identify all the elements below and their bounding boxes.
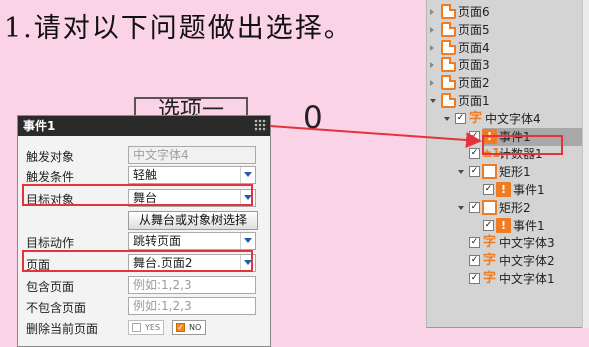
tree-item-page[interactable]: 页面4 bbox=[427, 39, 583, 57]
tree-item-label: 事件1 bbox=[513, 183, 545, 197]
object-tree-panel: 页面6 页面5 页面4 页面3 页面2 页面1 ✓ 字中文字体4 ✓! 事件1 ✓ ±1 计数器1 ✓ 矩形… bbox=[426, 0, 589, 328]
chevron-down-icon[interactable] bbox=[240, 167, 255, 183]
tree-item-label: 矩形2 bbox=[499, 200, 531, 215]
tree-event-highlight bbox=[482, 135, 563, 155]
exclude-page-input[interactable]: 例如:1,2,3 bbox=[128, 297, 256, 315]
tree-item-text[interactable]: ✓ 字中文字体3 bbox=[427, 234, 583, 252]
tree-item-label: 中文字体2 bbox=[499, 254, 555, 269]
tree-item-label: 中文字体3 bbox=[499, 236, 555, 251]
expand-arrow-icon[interactable] bbox=[430, 99, 436, 103]
tree-item-label: 页面2 bbox=[458, 76, 490, 91]
page-icon bbox=[441, 21, 456, 37]
visibility-checkbox[interactable]: ✓ bbox=[483, 219, 494, 231]
visibility-checkbox[interactable]: ✓ bbox=[469, 166, 480, 178]
tree-item-label: 中文字体1 bbox=[499, 272, 555, 286]
page-icon bbox=[441, 75, 456, 91]
event-icon: ! bbox=[496, 182, 511, 197]
panel-title: 事件1 bbox=[23, 119, 56, 133]
visibility-checkbox[interactable]: ✓ bbox=[469, 201, 480, 213]
collapse-arrow-icon[interactable] bbox=[430, 62, 434, 69]
tree-item-rect[interactable]: ✓ 矩形2 bbox=[427, 199, 583, 217]
page-icon bbox=[441, 39, 456, 55]
panel-title-bar[interactable]: 事件1 bbox=[18, 116, 270, 136]
target-action-select[interactable]: 跳转页面 bbox=[128, 232, 256, 250]
trigger-condition-label: 触发条件 bbox=[26, 170, 75, 184]
exclude-page-label: 不包含页面 bbox=[26, 301, 87, 315]
target-action-label: 目标动作 bbox=[26, 236, 75, 250]
tree-item-label: 页面6 bbox=[458, 5, 490, 19]
tree-item-page[interactable]: 页面5 bbox=[427, 21, 583, 39]
grip-icon[interactable] bbox=[254, 119, 267, 132]
tree-item-rect[interactable]: ✓ 矩形1 bbox=[427, 163, 583, 181]
tree-item-event[interactable]: ✓! 事件1 bbox=[427, 181, 583, 199]
yes-toggle[interactable]: YES bbox=[128, 320, 164, 335]
trigger-object-field: 中文字体4 bbox=[128, 146, 256, 164]
expand-arrow-icon[interactable] bbox=[458, 170, 464, 175]
trigger-object-label: 触发对象 bbox=[26, 150, 75, 164]
text-icon: 字 bbox=[468, 110, 482, 126]
collapse-arrow-icon[interactable] bbox=[430, 80, 434, 87]
tree-item-label: 页面4 bbox=[458, 40, 490, 55]
tree-item-page[interactable]: 页面2 bbox=[427, 74, 583, 92]
text-icon: 字 bbox=[482, 235, 496, 251]
delete-current-label: 删除当前页面 bbox=[26, 322, 99, 336]
tree-item-label: 页面1 bbox=[458, 94, 490, 108]
no-label: NO bbox=[189, 323, 202, 332]
page-icon bbox=[441, 57, 456, 73]
no-checkbox-icon: ✓ bbox=[176, 323, 185, 332]
event-properties-panel: 事件1 触发对象 中文字体4 触发条件 轻触 目标对象 舞台 从舞台或对象树选择… bbox=[17, 115, 271, 347]
select-from-stage-button[interactable]: 从舞台或对象树选择 bbox=[128, 211, 258, 230]
tree-scrollbar[interactable] bbox=[582, 0, 589, 328]
yes-label: YES bbox=[145, 323, 161, 332]
no-toggle[interactable]: ✓ NO bbox=[172, 320, 206, 335]
visibility-checkbox[interactable]: ✓ bbox=[469, 237, 480, 249]
visibility-checkbox[interactable]: ✓ bbox=[483, 184, 494, 195]
tree-item-label: 事件1 bbox=[513, 218, 545, 233]
page-highlight bbox=[22, 250, 253, 272]
trigger-condition-value: 轻触 bbox=[133, 168, 158, 182]
page-icon bbox=[441, 93, 456, 108]
expand-arrow-icon[interactable] bbox=[444, 116, 450, 121]
tree-item-text[interactable]: ✓ 字中文字体1 bbox=[427, 270, 583, 288]
include-page-label: 包含页面 bbox=[26, 280, 75, 294]
include-page-input[interactable]: 例如:1,2,3 bbox=[128, 276, 256, 294]
chevron-down-icon[interactable] bbox=[240, 233, 255, 249]
visibility-checkbox[interactable]: ✓ bbox=[469, 130, 480, 142]
target-action-value: 跳转页面 bbox=[133, 234, 182, 248]
tree-item-label: 中文字体4 bbox=[485, 111, 541, 126]
tree-item-page[interactable]: 页面6 bbox=[427, 3, 583, 21]
trigger-condition-select[interactable]: 轻触 bbox=[128, 166, 256, 184]
question-text: 1.请对以下问题做出选择。 bbox=[4, 13, 353, 44]
visibility-checkbox[interactable]: ✓ bbox=[469, 148, 480, 160]
page-icon bbox=[441, 4, 456, 19]
yes-checkbox-icon bbox=[132, 323, 141, 332]
tree-item-label: 矩形1 bbox=[499, 165, 531, 180]
tree-item-text[interactable]: ✓ 字中文字体2 bbox=[427, 252, 583, 270]
text-icon: 字 bbox=[482, 253, 496, 269]
tree-item-text[interactable]: ✓ 字中文字体4 bbox=[427, 110, 583, 128]
rect-icon bbox=[482, 164, 497, 180]
tree-item-event[interactable]: ✓! 事件1 bbox=[427, 217, 583, 235]
expand-arrow-icon[interactable] bbox=[458, 205, 464, 210]
counter-value: 0 bbox=[303, 100, 323, 136]
collapse-arrow-icon[interactable] bbox=[430, 26, 434, 33]
rect-icon bbox=[482, 199, 497, 215]
visibility-checkbox[interactable]: ✓ bbox=[469, 273, 480, 284]
collapse-arrow-icon[interactable] bbox=[430, 9, 434, 15]
event-icon: ! bbox=[496, 217, 511, 233]
tree-item-page[interactable]: 页面3 bbox=[427, 56, 583, 74]
text-icon: 字 bbox=[482, 271, 496, 286]
tree-item-page[interactable]: 页面1 bbox=[427, 92, 583, 110]
tree-item-label: 页面5 bbox=[458, 22, 490, 37]
tree-item-label: 页面3 bbox=[458, 58, 490, 73]
visibility-checkbox[interactable]: ✓ bbox=[455, 112, 466, 124]
collapse-arrow-icon[interactable] bbox=[430, 44, 434, 51]
target-object-highlight bbox=[22, 184, 253, 206]
visibility-checkbox[interactable]: ✓ bbox=[469, 255, 480, 267]
